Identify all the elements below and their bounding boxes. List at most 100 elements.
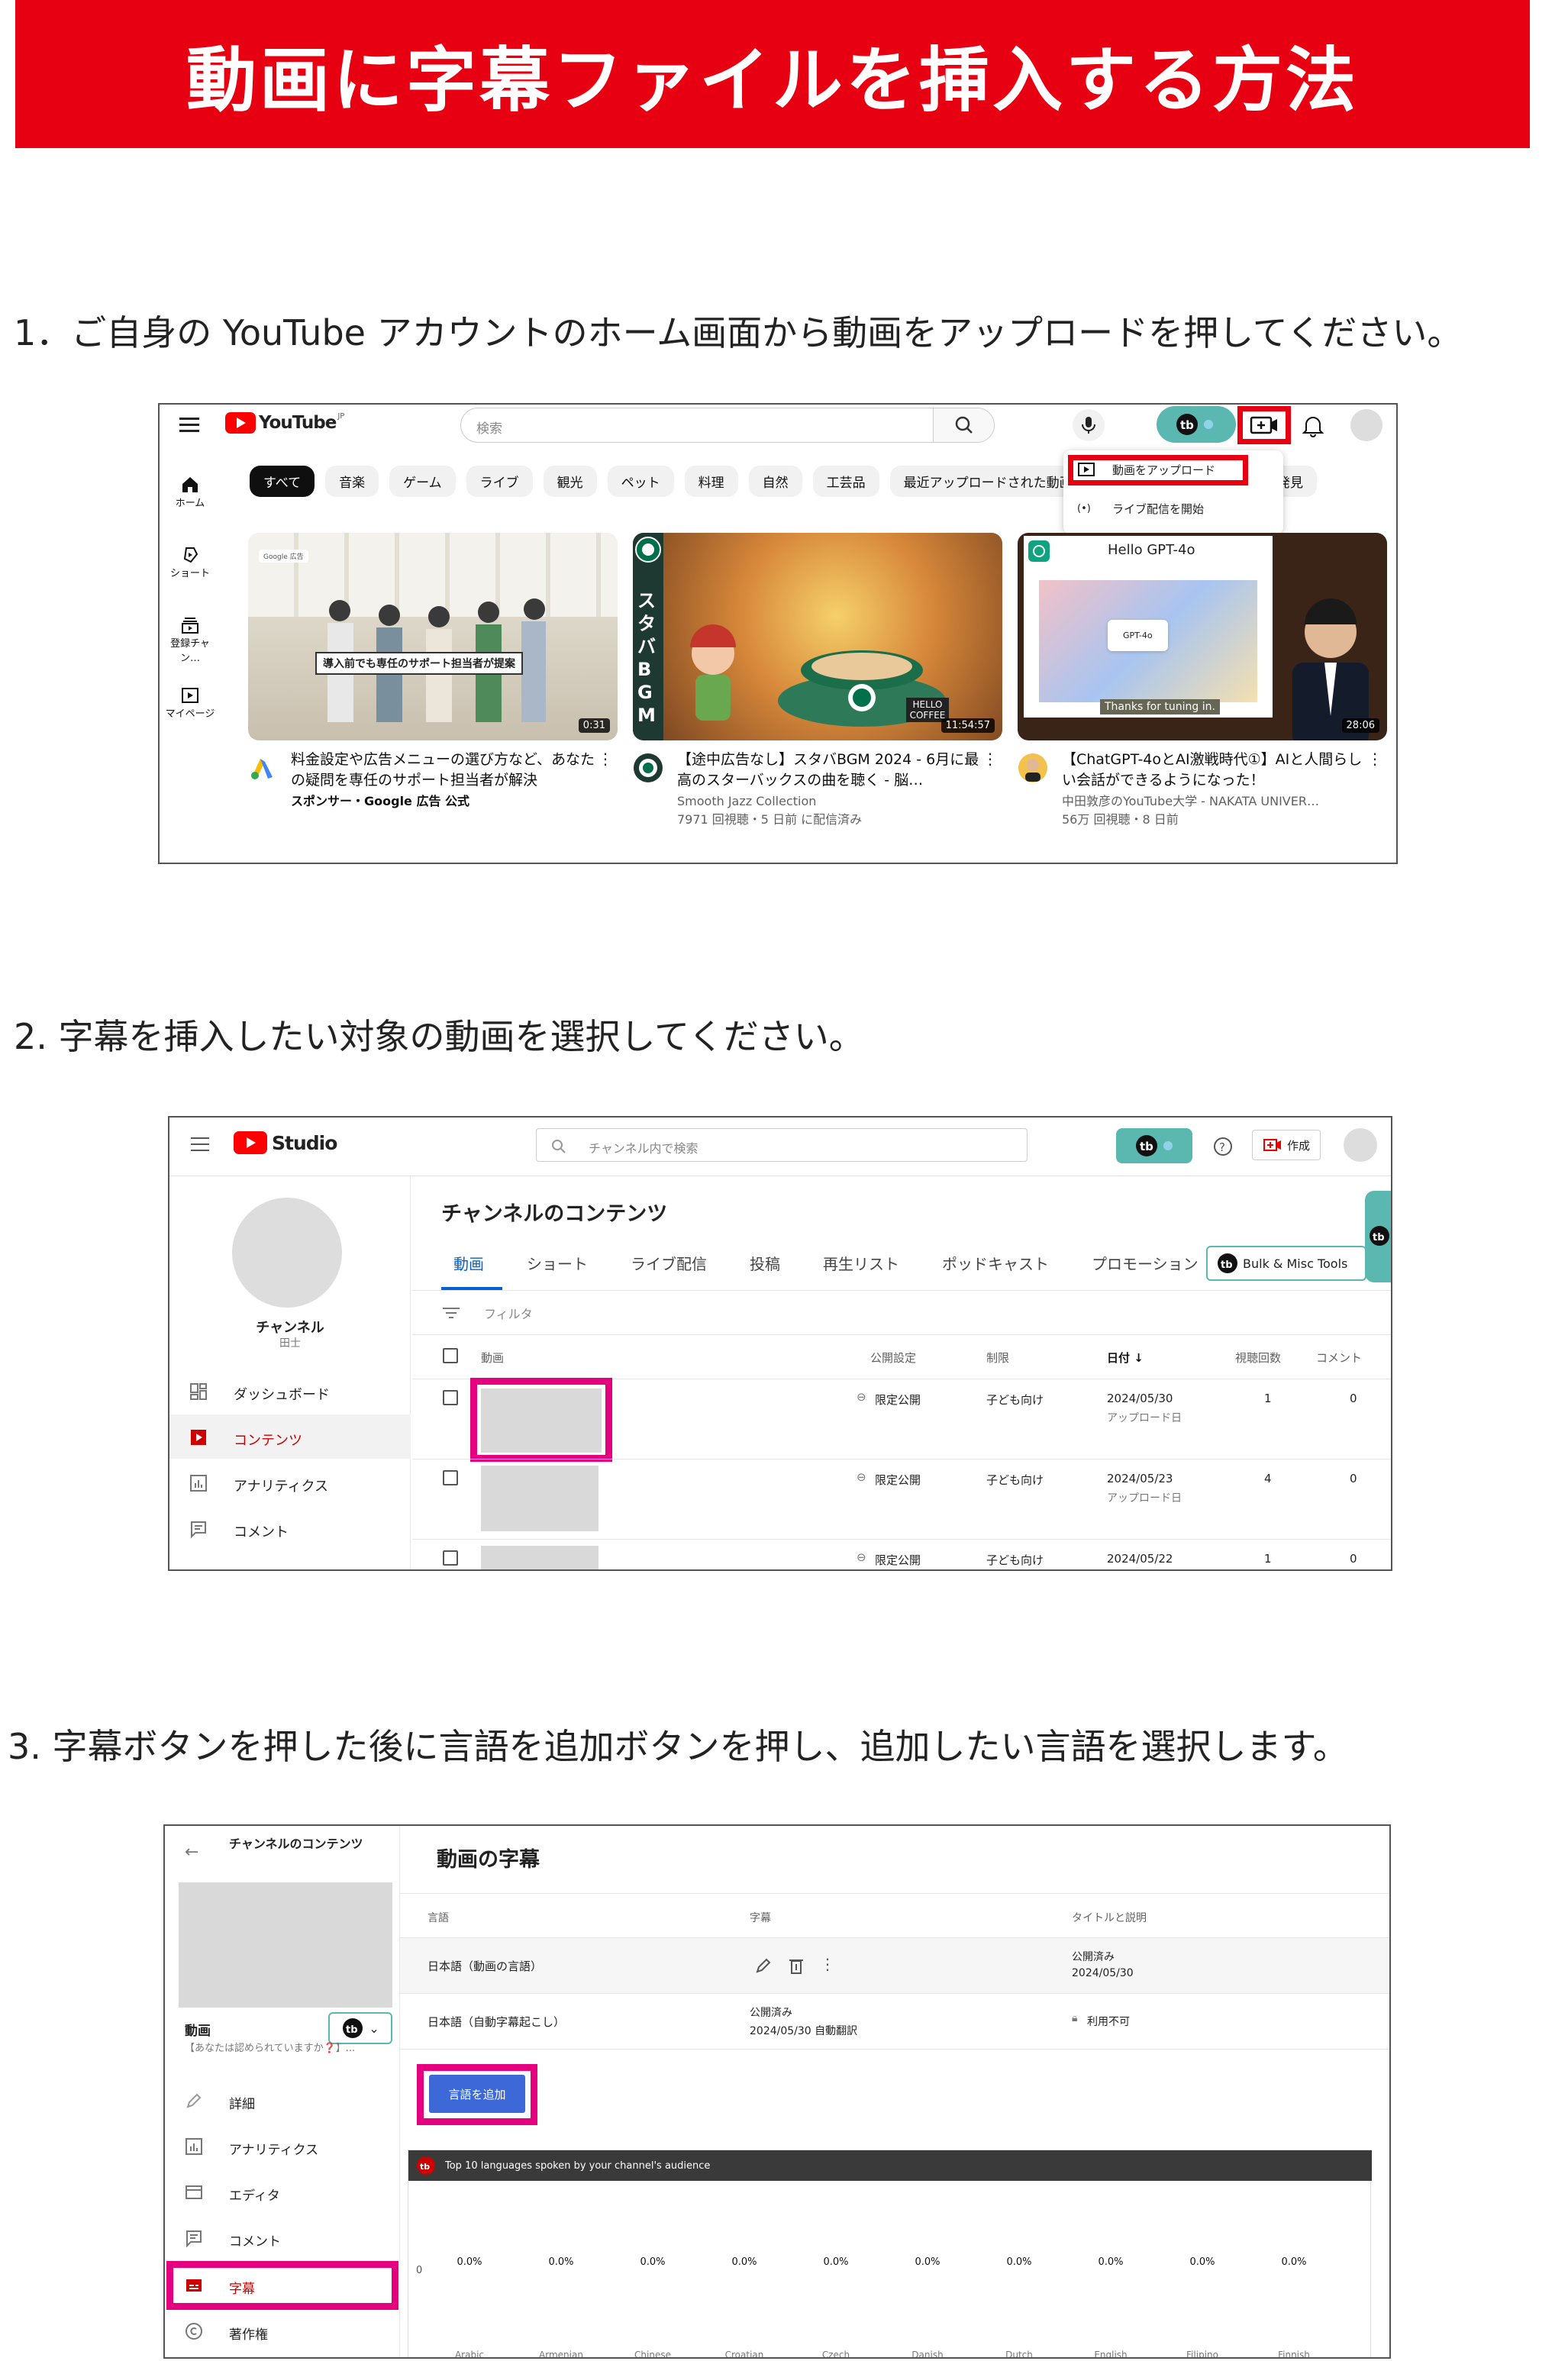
nav-you[interactable]: マイページ: [164, 685, 216, 756]
tubebuddy-button[interactable]: tb: [1157, 406, 1236, 443]
row-checkbox[interactable]: [443, 1390, 458, 1405]
channel-avatar[interactable]: [232, 1198, 342, 1308]
avatar[interactable]: [1350, 409, 1382, 441]
row-restriction: 子ども向け: [986, 1553, 1044, 1567]
chip-music[interactable]: 音楽: [325, 466, 379, 497]
tab-videos[interactable]: 動画: [453, 1255, 484, 1273]
chip-recent[interactable]: 最近アップロードされた動画: [889, 466, 1086, 497]
table-row[interactable]: 日本語（自動字幕起こし） 公開済み 2024/05/30 自動翻訳 🔒︎ 利用不…: [400, 1994, 1389, 2049]
chip-cooking[interactable]: 料理: [684, 466, 738, 497]
video-thumbnail-3[interactable]: Hello GPT-4o GPT-4o Thanks for tuning in…: [1018, 533, 1387, 740]
svg-text:tb: tb: [346, 2024, 358, 2036]
nav-details-label: 詳細: [229, 2097, 255, 2112]
tab-promotions[interactable]: プロモーション: [1092, 1255, 1199, 1273]
avatar[interactable]: [1344, 1128, 1377, 1162]
video-channel-2[interactable]: Smooth Jazz Collection: [677, 792, 816, 811]
video-thumbnail[interactable]: [481, 1546, 598, 1569]
nav-dashboard[interactable]: ダッシュボード: [169, 1369, 411, 1413]
chip-games[interactable]: ゲーム: [389, 466, 456, 497]
link-icon: ⊖: [857, 1550, 866, 1564]
table-row[interactable]: 日本語（動画の言語） ⋮ 公開済み 2024/05/30: [400, 1938, 1389, 1993]
copyright-icon: [186, 2323, 202, 2340]
nav-subscriptions-label: 登録チャン…: [170, 638, 210, 664]
row-checkbox[interactable]: [443, 1550, 458, 1566]
chip-travel[interactable]: 観光: [543, 466, 597, 497]
chip-pets[interactable]: ペット: [607, 466, 674, 497]
menu-item-upload[interactable]: 動画をアップロード: [1077, 461, 1215, 478]
create-button[interactable]: 作成: [1252, 1130, 1321, 1160]
hamburger-menu-icon[interactable]: [179, 415, 202, 434]
mic-button[interactable]: [1073, 409, 1105, 441]
add-language-button[interactable]: 言語を追加: [429, 2075, 525, 2113]
video-thumbnail-2[interactable]: スタバBGM HELLO COFFEE 11:54:57: [633, 533, 1002, 740]
video-meta-2: 7971 回視聴・5 日前 に配信済み: [677, 812, 863, 827]
nav-copyright[interactable]: 著作権: [165, 2310, 400, 2354]
youtube-logo[interactable]: YouTube JP: [225, 412, 344, 434]
library-icon: [182, 688, 198, 703]
pencil-icon[interactable]: [754, 1956, 773, 1975]
tab-live[interactable]: ライブ配信: [631, 1255, 707, 1273]
header-video: 動画: [481, 1351, 505, 1365]
nav-details[interactable]: 詳細: [165, 2078, 400, 2122]
create-video-button[interactable]: [1248, 414, 1280, 437]
chip-all[interactable]: すべて: [250, 466, 315, 497]
page-title: チャンネルのコンテンツ: [441, 1202, 668, 1226]
help-icon[interactable]: ?: [1212, 1136, 1234, 1157]
search-input[interactable]: 検索: [460, 408, 995, 443]
table-row[interactable]: ⊖ 限定公開 子ども向け 2024/05/22 1 0: [412, 1540, 1391, 1569]
table-row[interactable]: ⊖ 限定公開 子ども向け 2024/05/30 アップロード日 1 0: [412, 1378, 1391, 1462]
back-arrow-icon[interactable]: ←: [185, 1843, 198, 1862]
chip-live[interactable]: ライブ: [466, 466, 533, 497]
nav-subtitles[interactable]: 字幕: [165, 2261, 400, 2310]
row-visibility[interactable]: 限定公開: [875, 1472, 921, 1488]
nav-content[interactable]: コンテンツ: [169, 1414, 411, 1459]
tab-shorts[interactable]: ショート: [527, 1255, 588, 1273]
studio-logo[interactable]: Studio: [234, 1131, 337, 1154]
more-options-icon[interactable]: ⋮: [820, 1955, 835, 1973]
back-label[interactable]: チャンネルのコンテンツ: [229, 1837, 382, 1852]
video-channel-3[interactable]: 中田敦彦のYouTube大学 - NAKATA UNIVER…: [1062, 792, 1319, 811]
video-thumbnail-1[interactable]: Google 広告 導入前でも専任のサポート担当者が提案 0:31: [248, 533, 618, 740]
table-row[interactable]: ⊖ 限定公開 子ども向け 2024/05/23 アップロード日 4 0: [412, 1459, 1391, 1539]
video-thumbnail[interactable]: [481, 1389, 602, 1453]
more-options-icon[interactable]: ⋮: [982, 750, 998, 768]
nav-shorts[interactable]: ショート: [164, 545, 216, 615]
trash-icon[interactable]: [788, 1956, 805, 1975]
video-thumbnail[interactable]: [481, 1466, 598, 1531]
filter-bar[interactable]: フィルタ: [441, 1304, 533, 1322]
hamburger-menu-icon[interactable]: [191, 1136, 211, 1156]
tubebuddy-side-tab[interactable]: tb: [1365, 1191, 1391, 1282]
header-date[interactable]: 日付 ↓: [1107, 1350, 1144, 1366]
nav-subscriptions[interactable]: 登録チャン…: [164, 615, 216, 685]
chip-nature[interactable]: 自然: [748, 466, 802, 497]
studio-subtitles-screenshot: ← チャンネルのコンテンツ 動画 tb ⌄ 【あなたは認められていますか❓】..…: [163, 1824, 1391, 2359]
nav-home[interactable]: ホーム: [164, 475, 216, 545]
chip-crafts[interactable]: 工芸品: [812, 466, 879, 497]
row-date: 2024/05/22: [1107, 1552, 1173, 1566]
more-options-icon[interactable]: ⋮: [1367, 750, 1382, 768]
tab-podcasts[interactable]: ポッドキャスト: [942, 1255, 1049, 1273]
tubebuddy-button[interactable]: tb: [1116, 1128, 1192, 1163]
nav-comments[interactable]: コメント: [165, 2215, 400, 2259]
nav-analytics[interactable]: アナリティクス: [169, 1460, 411, 1505]
more-options-icon[interactable]: ⋮: [598, 750, 613, 768]
video-title-2[interactable]: 【途中広告なし】スタバBGM 2024 - 6月に最高のスターバックスの曲を聴く…: [677, 750, 982, 791]
nav-editor[interactable]: エディタ: [165, 2169, 400, 2214]
row-visibility[interactable]: 限定公開: [875, 1392, 921, 1408]
select-all-checkbox[interactable]: [443, 1348, 458, 1363]
row-visibility[interactable]: 限定公開: [875, 1552, 921, 1568]
search-button[interactable]: [933, 408, 994, 442]
video-preview[interactable]: [179, 1882, 392, 2008]
nav-analytics-label: アナリティクス: [234, 1479, 329, 1495]
nav-analytics[interactable]: アナリティクス: [165, 2124, 400, 2168]
nav-comments[interactable]: コメント: [169, 1506, 411, 1550]
row-checkbox[interactable]: [443, 1470, 458, 1485]
bulk-tools-button[interactable]: tb Bulk & Misc Tools: [1206, 1246, 1366, 1281]
tab-playlists[interactable]: 再生リスト: [823, 1255, 899, 1273]
channel-search-input[interactable]: チャンネル内で検索: [536, 1128, 1028, 1162]
notifications-button[interactable]: [1302, 414, 1324, 438]
video-title-3[interactable]: 【ChatGPT-4oとAI激戦時代①】AIと人間らしい会話ができるようになった…: [1062, 750, 1367, 791]
video-title-1[interactable]: 料金設定や広告メニューの選び方など、あなたの疑問を専任のサポート担当者が解決: [291, 750, 596, 791]
menu-item-live[interactable]: (•) ライブ配信を開始: [1077, 501, 1204, 517]
tab-posts[interactable]: 投稿: [750, 1255, 780, 1273]
